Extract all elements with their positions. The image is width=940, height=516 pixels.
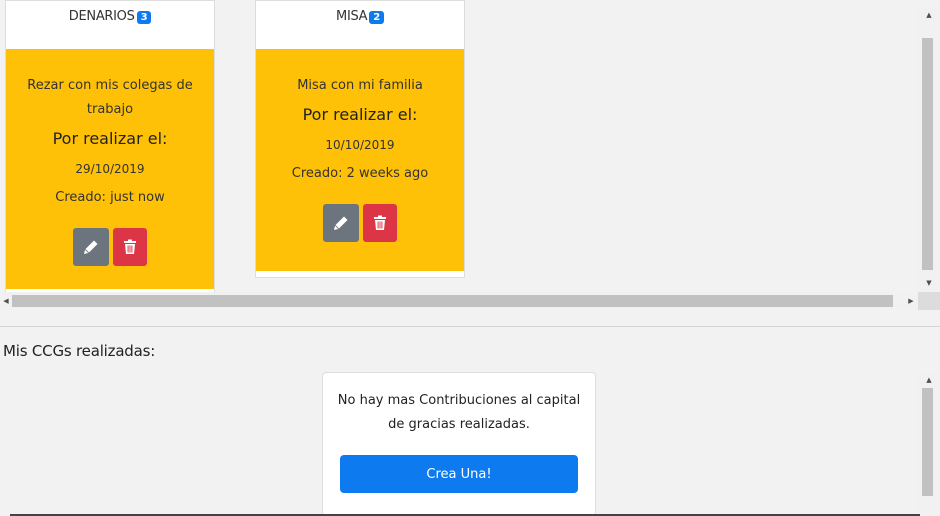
edit-button[interactable]: [73, 228, 109, 266]
empty-state-card: No hay mas Contribuciones al capital de …: [322, 372, 596, 516]
scrollbar-thumb[interactable]: [12, 295, 893, 307]
delete-button[interactable]: [113, 228, 147, 266]
card-body: Rezar con mis colegas de trabajo Por rea…: [6, 49, 214, 289]
scroll-left-arrow-icon[interactable]: ◀: [2, 297, 10, 305]
card-description: Misa con mi familia: [297, 78, 423, 93]
card-body: Misa con mi familia Por realizar el: 10/…: [256, 49, 464, 271]
scroll-down-arrow-icon[interactable]: ▼: [918, 279, 940, 287]
created-time: Creado: just now: [55, 190, 165, 205]
ccg-card: MISA 2 Misa con mi familia Por realizar e…: [255, 0, 465, 278]
scroll-up-arrow-icon[interactable]: ▲: [918, 376, 940, 384]
card-category: MISA: [336, 9, 368, 24]
vertical-scrollbar[interactable]: ▲ ▼: [918, 8, 940, 292]
count-badge: 2: [369, 11, 384, 24]
section-divider: [0, 326, 940, 327]
completed-section-title: Mis CCGs realizadas:: [3, 342, 156, 360]
due-label: Por realizar el:: [52, 129, 168, 148]
card-header: MISA 2: [256, 1, 464, 49]
card-actions: [16, 228, 204, 266]
scroll-right-arrow-icon[interactable]: ▶: [907, 297, 915, 305]
horizontal-scrollbar[interactable]: ◀ ▶: [0, 292, 918, 310]
create-ccg-button[interactable]: Crea Una!: [340, 455, 578, 493]
scrollbar-corner: [918, 292, 940, 310]
due-date: 10/10/2019: [325, 138, 395, 152]
vertical-scrollbar[interactable]: ▲: [918, 372, 940, 516]
scroll-up-arrow-icon[interactable]: ▲: [918, 11, 940, 19]
card-category: DENARIOS: [68, 9, 135, 24]
card-description: Rezar con mis colegas de trabajo: [27, 78, 193, 117]
delete-button[interactable]: [363, 204, 397, 242]
scrollbar-thumb[interactable]: [922, 38, 933, 270]
pending-ccgs-area: DENARIOS 3 Rezar con mis colegas de traba…: [0, 0, 940, 310]
trash-icon: [374, 215, 386, 230]
due-date: 29/10/2019: [75, 162, 145, 176]
card-actions: [266, 204, 454, 242]
empty-message: No hay mas Contribuciones al capital de …: [337, 393, 581, 432]
edit-button[interactable]: [323, 204, 359, 242]
pencil-icon: [84, 240, 98, 254]
due-label: Por realizar el:: [302, 105, 418, 124]
trash-icon: [124, 239, 136, 254]
ccg-card: DENARIOS 3 Rezar con mis colegas de traba…: [5, 0, 215, 294]
count-badge: 3: [136, 11, 152, 24]
scrollbar-thumb[interactable]: [922, 388, 933, 496]
card-header: DENARIOS 3: [6, 1, 214, 49]
created-time: Creado: 2 weeks ago: [291, 166, 429, 181]
pencil-icon: [334, 216, 348, 230]
